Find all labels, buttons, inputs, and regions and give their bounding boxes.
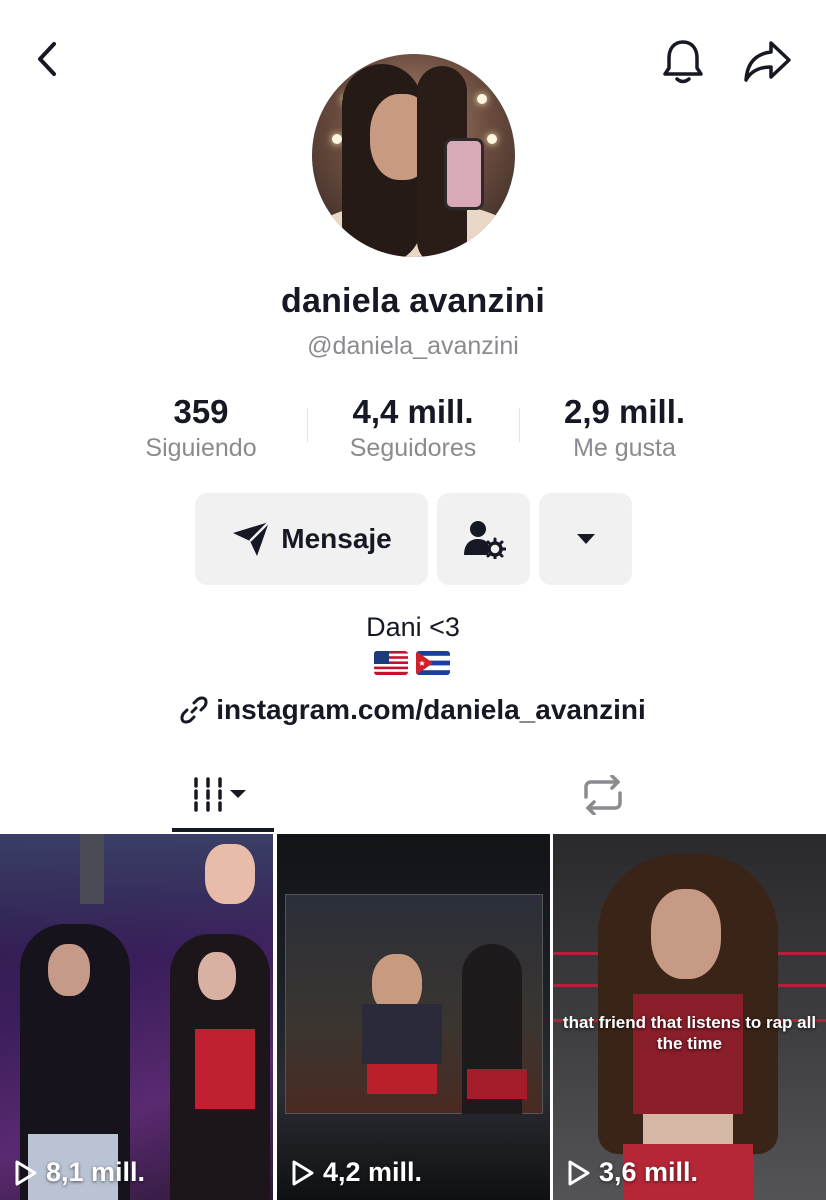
chevron-left-icon — [38, 42, 56, 76]
following-count: 359 — [173, 393, 229, 430]
repost-icon — [584, 775, 622, 815]
friend-settings-button[interactable] — [437, 493, 530, 585]
video-views: 3,6 mill. — [567, 1157, 698, 1188]
stat-divider — [307, 408, 308, 442]
avatar-phone — [444, 138, 484, 210]
notifications-button[interactable] — [656, 34, 710, 88]
thumb-skirt — [467, 1069, 527, 1099]
play-outline-icon — [292, 1160, 314, 1185]
play-outline-icon — [568, 1160, 590, 1185]
display-name: daniela avanzini — [281, 282, 545, 320]
link-icon — [180, 696, 208, 724]
grid-columns-icon — [194, 777, 246, 812]
bio-link-text: instagram.com/daniela_avanzini — [216, 694, 646, 725]
tab-videos[interactable] — [172, 760, 274, 830]
more-options-button[interactable] — [539, 493, 632, 585]
username: @daniela_avanzini — [307, 332, 519, 360]
paper-plane-icon — [233, 521, 271, 556]
share-button[interactable] — [738, 34, 796, 88]
share-arrow-icon — [744, 41, 791, 82]
avatar[interactable] — [312, 54, 515, 257]
video-thumbnail[interactable]: 8,1 mill. — [0, 834, 273, 1200]
bio-link[interactable]: instagram.com/daniela_avanzini — [0, 694, 826, 726]
bio-flags — [374, 651, 450, 675]
bio-text: Dani <3 — [366, 612, 460, 642]
back-button[interactable] — [22, 34, 72, 84]
video-thumbnail[interactable]: that friend that listens to rap all the … — [553, 834, 826, 1200]
mirror-light — [487, 134, 497, 144]
thumb-sign — [80, 834, 104, 904]
flag-usa — [374, 651, 408, 675]
stat-following[interactable]: 359 Siguiendo — [120, 393, 282, 463]
likes-label: Me gusta — [573, 434, 676, 462]
video-views: 8,1 mill. — [14, 1157, 145, 1188]
thumb-hands — [205, 844, 255, 904]
thumb-red-top — [195, 1029, 255, 1109]
video-views-count: 3,6 mill. — [599, 1157, 699, 1187]
likes-count: 2,9 mill. — [563, 393, 686, 430]
message-button[interactable]: Mensaje — [195, 493, 428, 585]
stat-divider — [519, 408, 520, 442]
bell-icon — [663, 40, 703, 84]
message-button-label: Mensaje — [281, 523, 392, 554]
video-views-count: 4,2 mill. — [323, 1157, 423, 1187]
following-label: Siguiendo — [145, 434, 257, 462]
thumb-face — [48, 944, 90, 996]
flag-cuba — [416, 651, 450, 675]
followers-count: 4,4 mill. — [352, 393, 474, 430]
play-outline-icon — [15, 1160, 37, 1185]
video-views-count: 8,1 mill. — [46, 1157, 146, 1187]
video-thumbnail[interactable]: 4,2 mill. — [277, 834, 550, 1200]
caret-down-icon — [576, 534, 595, 544]
thumb-face — [198, 952, 236, 1000]
video-overlay-text: that friend that listens to rap all the … — [562, 1013, 817, 1053]
mirror-light — [477, 94, 487, 104]
stat-followers[interactable]: 4,4 mill. Seguidores — [323, 393, 503, 463]
thumb-top — [362, 1004, 442, 1064]
video-views: 4,2 mill. — [291, 1157, 422, 1188]
profile-page: daniela avanzini @daniela_avanzini 359 S… — [0, 0, 826, 1200]
thumb-midriff — [643, 1114, 733, 1144]
followers-label: Seguidores — [349, 434, 477, 462]
thumb-skirt — [367, 1064, 437, 1094]
thumb-face — [651, 889, 721, 979]
user-gear-icon — [463, 521, 506, 559]
stat-likes[interactable]: 2,9 mill. Me gusta — [537, 393, 712, 463]
tab-reposts[interactable] — [552, 760, 654, 830]
mirror-light — [332, 134, 342, 144]
active-tab-indicator — [172, 828, 274, 832]
